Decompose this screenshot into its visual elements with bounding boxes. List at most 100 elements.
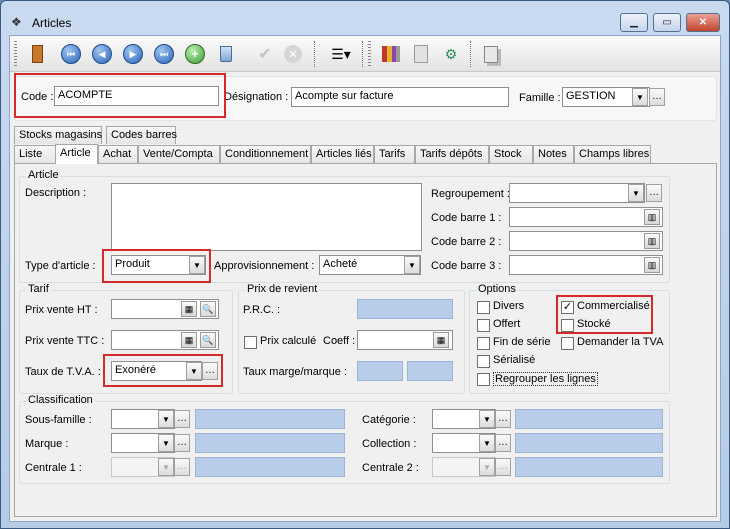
books-button[interactable] <box>380 43 402 65</box>
barcode-3-button[interactable]: ▥ <box>644 257 660 273</box>
taux-tva-dropdown-button[interactable]: ▼ <box>186 362 202 380</box>
designation-field[interactable]: Acompte sur facture <box>291 87 509 107</box>
toolbar-grip[interactable] <box>368 41 371 67</box>
centrale-1-browse-button[interactable]: … <box>174 458 190 476</box>
serialise-checkbox[interactable] <box>477 355 490 368</box>
stocke-checkbox[interactable] <box>561 319 574 332</box>
code-barre-1-field[interactable] <box>509 207 663 227</box>
tab-vente-compta[interactable]: Vente/Compta <box>138 145 220 163</box>
tab-notes[interactable]: Notes <box>533 145 574 163</box>
regroupement-browse-button[interactable]: … <box>646 184 662 202</box>
regroupement-dropdown-button[interactable]: ▼ <box>628 184 644 202</box>
toolbar-separator <box>470 41 472 67</box>
add-record-icon: + <box>185 44 205 64</box>
chevron-down-icon: ▼ <box>190 366 198 376</box>
calculator-button[interactable]: ▦ <box>181 301 197 317</box>
tab-conditionnement[interactable]: Conditionnement <box>220 145 311 163</box>
add-record-button[interactable]: + <box>184 43 206 65</box>
cancel-button[interactable]: ✕ <box>282 43 304 65</box>
sous-famille-dropdown-button[interactable]: ▼ <box>158 410 174 428</box>
categorie-browse-button[interactable]: … <box>495 410 511 428</box>
fin-serie-checkbox[interactable] <box>477 337 490 350</box>
minimize-button[interactable]: ▁ <box>620 13 648 32</box>
code-barre-2-label: Code barre 2 : <box>431 236 502 248</box>
tab-champs-libres[interactable]: Champs libres <box>574 145 651 163</box>
tab-tarifs[interactable]: Tarifs <box>374 145 415 163</box>
previous-record-icon: ◀ <box>92 44 112 64</box>
prix-vente-ht-label: Prix vente HT : <box>25 304 98 316</box>
toolbar-grip[interactable] <box>14 41 17 67</box>
regrouper-label: Regrouper les lignes <box>493 372 598 386</box>
tab-stocks-magasins[interactable]: Stocks magasins <box>14 126 102 144</box>
commercialise-checkbox[interactable]: ✓ <box>561 301 574 314</box>
tab-article[interactable]: Article <box>55 144 98 164</box>
document-button[interactable] <box>410 43 432 65</box>
prc-label: P.R.C. : <box>243 304 281 316</box>
code-barre-3-field[interactable] <box>509 255 663 275</box>
prix-calcule-label: Prix calculé <box>260 335 317 347</box>
code-barre-2-field[interactable] <box>509 231 663 251</box>
barcode-1-button[interactable]: ▥ <box>644 209 660 225</box>
tab-stock[interactable]: Stock <box>489 145 533 163</box>
first-record-button[interactable]: ⏮ <box>60 43 82 65</box>
barcode-2-button[interactable]: ▥ <box>644 233 660 249</box>
description-field[interactable] <box>111 183 422 251</box>
categorie-dropdown-button[interactable]: ▼ <box>479 410 495 428</box>
delete-record-button[interactable] <box>215 43 237 65</box>
calculator-button[interactable]: ▦ <box>181 332 197 348</box>
delete-record-icon <box>220 46 232 62</box>
tab-tarifs-depots[interactable]: Tarifs dépôts <box>415 145 489 163</box>
regroupement-field[interactable] <box>509 183 645 203</box>
sous-famille-browse-button[interactable]: … <box>174 410 190 428</box>
famille-dropdown-button[interactable]: ▼ <box>632 88 648 106</box>
collection-browse-button[interactable]: … <box>495 434 511 452</box>
last-record-icon: ⏭ <box>154 44 174 64</box>
marque-dropdown-button[interactable]: ▼ <box>158 434 174 452</box>
centrale-2-browse-button[interactable]: … <box>495 458 511 476</box>
centrale-1-dropdown-button[interactable]: ▼ <box>158 458 174 476</box>
taux-tva-label: Taux de T.V.A. : <box>25 366 101 378</box>
list-menu-icon: ☰▾ <box>331 45 351 62</box>
tab-articles-lies[interactable]: Articles liés <box>311 145 374 163</box>
tab-achat[interactable]: Achat <box>98 145 138 163</box>
offert-checkbox[interactable] <box>477 319 490 332</box>
stocke-label: Stocké <box>577 318 611 330</box>
famille-browse-button[interactable]: … <box>649 88 665 106</box>
tab-codes-barres[interactable]: Codes barres <box>106 126 177 144</box>
prix-calcule-checkbox[interactable] <box>244 336 257 349</box>
collection-dropdown-button[interactable]: ▼ <box>479 434 495 452</box>
barcode-icon: ▥ <box>647 211 657 222</box>
chevron-down-icon: ▼ <box>162 438 170 448</box>
search-button[interactable]: 🔍 <box>200 332 216 348</box>
search-icon: 🔍 <box>202 303 214 314</box>
marque-browse-button[interactable]: … <box>174 434 190 452</box>
maximize-button[interactable]: ▭ <box>653 13 681 32</box>
centrale-2-dropdown-button[interactable]: ▼ <box>479 458 495 476</box>
cancel-icon: ✕ <box>284 45 302 63</box>
regrouper-checkbox[interactable] <box>477 373 490 386</box>
demander-tva-checkbox[interactable] <box>561 337 574 350</box>
tab-liste[interactable]: Liste <box>14 145 56 163</box>
centrale-1-description <box>195 457 345 477</box>
next-record-button[interactable]: ▶ <box>122 43 144 65</box>
last-record-button[interactable]: ⏭ <box>153 43 175 65</box>
chevron-down-icon: ▼ <box>636 92 644 102</box>
copy-button[interactable] <box>480 43 502 65</box>
taux-tva-browse-button[interactable]: … <box>202 362 218 380</box>
close-button[interactable]: ✕ <box>686 13 720 32</box>
previous-record-button[interactable]: ◀ <box>91 43 113 65</box>
exit-button[interactable] <box>26 43 48 65</box>
coeff-calculator-button[interactable]: ▦ <box>433 332 449 348</box>
search-button[interactable]: 🔍 <box>200 301 216 317</box>
chevron-down-icon: ▼ <box>408 260 416 270</box>
code-field[interactable]: ACOMPTE <box>54 86 219 106</box>
tools-button[interactable]: ⚙ <box>440 43 462 65</box>
validate-button[interactable]: ✔ <box>254 43 276 65</box>
type-article-dropdown-button[interactable]: ▼ <box>189 256 205 274</box>
barcode-icon: ▥ <box>647 259 657 270</box>
document-icon <box>414 45 428 63</box>
centrale-1-label: Centrale 1 : <box>25 462 82 474</box>
approvisionnement-dropdown-button[interactable]: ▼ <box>404 256 420 274</box>
divers-checkbox[interactable] <box>477 301 490 314</box>
list-menu-button[interactable]: ☰▾ <box>326 43 356 65</box>
